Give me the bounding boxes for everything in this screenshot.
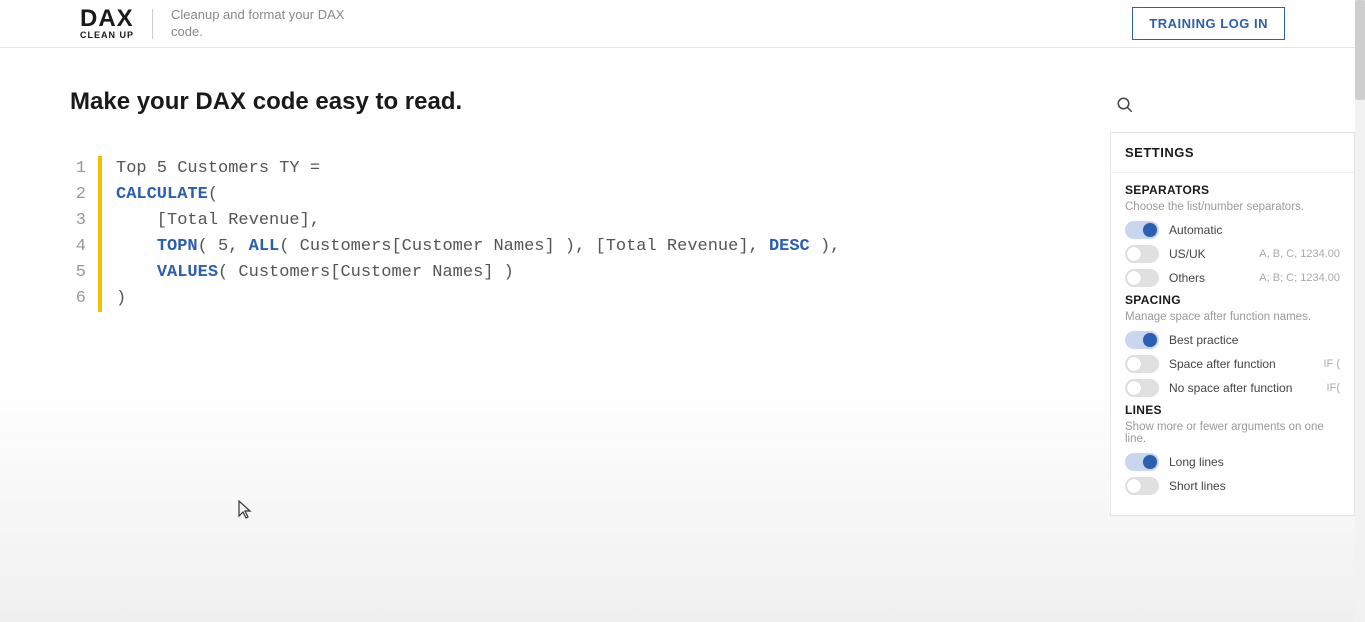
line-number: 4	[70, 234, 86, 260]
code-line[interactable]: [Total Revenue],	[116, 208, 840, 234]
toggle[interactable]	[1125, 453, 1159, 471]
option-label: No space after function	[1169, 381, 1292, 395]
logo[interactable]: DAX CLEAN UP	[80, 7, 134, 40]
option-label: Short lines	[1169, 479, 1226, 493]
settings-header: SETTINGS	[1111, 133, 1354, 173]
settings-option[interactable]: Best practice	[1125, 331, 1340, 349]
logo-sub: CLEAN UP	[80, 31, 134, 40]
option-hint: IF (	[1324, 358, 1341, 370]
toggle[interactable]	[1125, 477, 1159, 495]
settings-option[interactable]: No space after function IF(	[1125, 379, 1340, 397]
option-label: US/UK	[1169, 247, 1206, 261]
tagline: Cleanup and format your DAX code.	[171, 7, 361, 41]
settings-option[interactable]: US/UK A, B, C, 1234.00	[1125, 245, 1340, 263]
line-number: 6	[70, 286, 86, 312]
settings-option[interactable]: Short lines	[1125, 477, 1340, 495]
option-hint: A; B; C; 1234.00	[1259, 272, 1340, 284]
code-line[interactable]: )	[116, 286, 840, 312]
option-label: Others	[1169, 271, 1205, 285]
option-hint: IF(	[1327, 382, 1340, 394]
settings-section-desc: Choose the list/number separators.	[1125, 201, 1340, 213]
toggle[interactable]	[1125, 269, 1159, 287]
settings-option[interactable]: Space after function IF (	[1125, 355, 1340, 373]
line-number: 2	[70, 182, 86, 208]
settings-section-desc: Manage space after function names.	[1125, 311, 1340, 323]
header-divider	[152, 9, 153, 39]
settings-option[interactable]: Long lines	[1125, 453, 1340, 471]
code-line[interactable]: VALUES( Customers[Customer Names] )	[116, 260, 840, 286]
toggle[interactable]	[1125, 331, 1159, 349]
settings-section-title: SEPARATORS	[1125, 183, 1340, 197]
settings-option[interactable]: Automatic	[1125, 221, 1340, 239]
toggle[interactable]	[1125, 221, 1159, 239]
code-line[interactable]: TOPN( 5, ALL( Customers[Customer Names] …	[116, 234, 840, 260]
code-gutter: 123456	[70, 156, 98, 312]
toggle[interactable]	[1125, 355, 1159, 373]
code-line[interactable]: Top 5 Customers TY =	[116, 156, 840, 182]
option-label: Best practice	[1169, 333, 1238, 347]
main: Make your DAX code easy to read. 123456 …	[0, 48, 1365, 516]
page-title: Make your DAX code easy to read.	[70, 88, 1090, 116]
toggle[interactable]	[1125, 379, 1159, 397]
code-body[interactable]: Top 5 Customers TY =CALCULATE( [Total Re…	[116, 156, 840, 312]
option-label: Automatic	[1169, 223, 1222, 237]
settings-section-desc: Show more or fewer arguments on one line…	[1125, 421, 1340, 445]
code-line[interactable]: CALCULATE(	[116, 182, 840, 208]
settings-panel: SETTINGS SEPARATORS Choose the list/numbe…	[1110, 132, 1355, 516]
settings-section-title: LINES	[1125, 403, 1340, 417]
toggle[interactable]	[1125, 245, 1159, 263]
line-number: 3	[70, 208, 86, 234]
scrollbar[interactable]	[1355, 0, 1365, 622]
training-login-button[interactable]: TRAINING LOG IN	[1132, 7, 1285, 40]
code-border	[98, 156, 102, 312]
logo-main: DAX	[80, 7, 134, 31]
content: Make your DAX code easy to read. 123456 …	[70, 88, 1090, 516]
code-editor[interactable]: 123456 Top 5 Customers TY =CALCULATE( [T…	[70, 156, 1090, 312]
option-hint: A, B, C, 1234.00	[1259, 248, 1340, 260]
line-number: 1	[70, 156, 86, 182]
settings-body: SEPARATORS Choose the list/number separat…	[1111, 173, 1354, 515]
scrollbar-thumb[interactable]	[1355, 0, 1365, 100]
side-area: SETTINGS SEPARATORS Choose the list/numbe…	[1110, 88, 1355, 516]
settings-section-title: SPACING	[1125, 293, 1340, 307]
option-label: Long lines	[1169, 455, 1224, 469]
line-number: 5	[70, 260, 86, 286]
option-label: Space after function	[1169, 357, 1276, 371]
search-icon[interactable]	[1116, 96, 1134, 114]
header: DAX CLEAN UP Cleanup and format your DAX…	[0, 0, 1365, 48]
settings-option[interactable]: Others A; B; C; 1234.00	[1125, 269, 1340, 287]
search-row	[1110, 88, 1355, 132]
